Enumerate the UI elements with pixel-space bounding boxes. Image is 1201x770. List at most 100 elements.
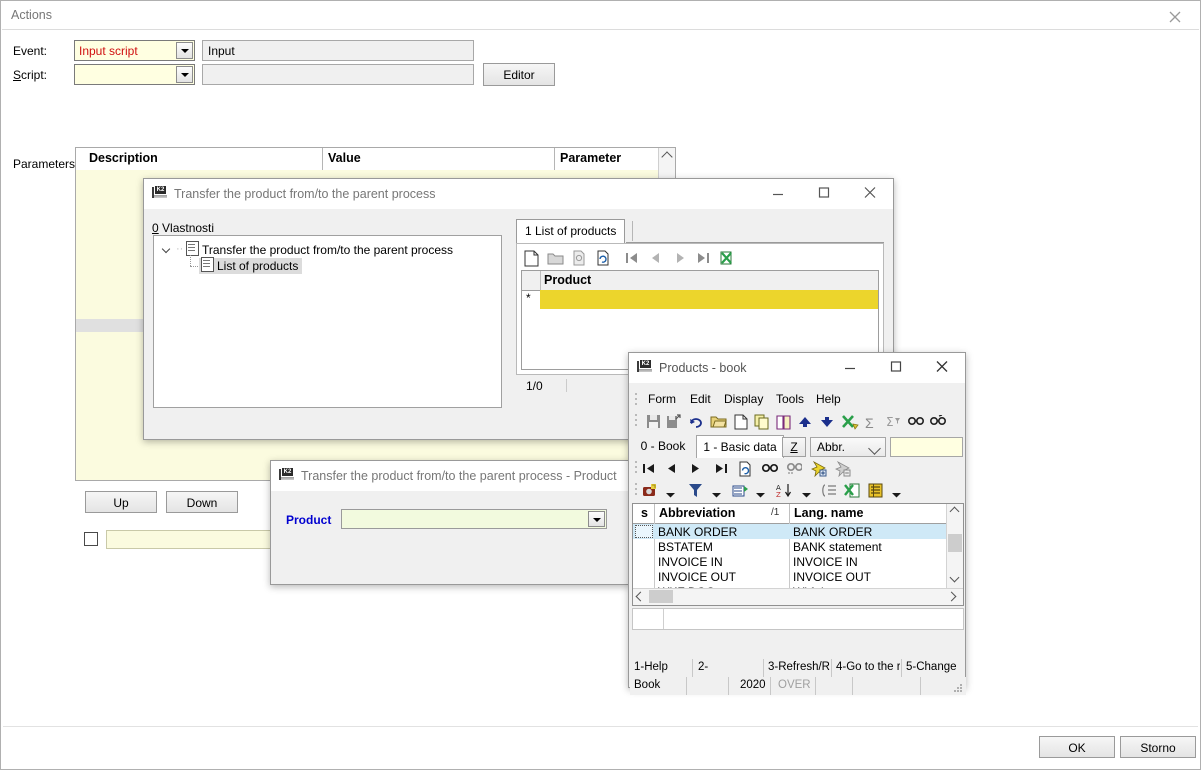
chevron-down-icon[interactable] (176, 66, 193, 83)
script-combo[interactable] (74, 64, 195, 85)
filter-icon[interactable] (688, 483, 703, 501)
products-book-title-bar[interactable]: K2 Products - book (629, 353, 965, 383)
table-row[interactable]: BSTATEM BANK statement (633, 539, 963, 554)
export-excel-icon[interactable] (842, 414, 859, 433)
book-icon[interactable] (776, 414, 792, 433)
product-title-bar[interactable]: K2 Transfer the product from/to the pare… (271, 461, 629, 491)
next-record-icon[interactable] (690, 463, 701, 477)
table-row[interactable]: INVOICE IN INVOICE IN (633, 554, 963, 569)
quick-search-input[interactable] (890, 437, 963, 457)
dropdown-arrow-icon[interactable] (756, 487, 765, 501)
fkey-1-help[interactable]: 1-Help (634, 661, 690, 673)
scroll-left-button[interactable] (635, 591, 646, 602)
horizontal-scroll-thumb[interactable] (649, 590, 673, 603)
fkey-4-goto[interactable]: 4-Go to the re (836, 661, 900, 673)
sort-toggle-button[interactable]: Z (782, 437, 806, 457)
first-record-icon[interactable] (621, 247, 643, 269)
actions-close-button[interactable] (1156, 5, 1194, 27)
open-folder-icon[interactable] (710, 415, 727, 432)
move-down-button[interactable]: Down (166, 491, 238, 513)
copy-icon[interactable] (754, 414, 770, 433)
sum-icon[interactable]: Σ (865, 415, 874, 431)
ok-button[interactable]: OK (1039, 736, 1115, 758)
products-book-minimize-button[interactable] (827, 353, 873, 383)
fkey-3-refresh[interactable]: 3-Refresh/Re (768, 661, 830, 673)
tree-node-root[interactable]: Transfer the product from/to the parent … (186, 241, 453, 257)
undo-icon[interactable] (689, 415, 705, 431)
properties-tree[interactable]: ·· Transfer the product from/to the pare… (153, 235, 502, 408)
resize-grip-icon[interactable] (953, 683, 963, 693)
open-folder-icon[interactable] (545, 247, 567, 269)
refresh-icon[interactable] (738, 461, 753, 480)
refresh-document-icon[interactable] (593, 247, 615, 269)
dropdown-arrow-icon[interactable] (712, 487, 721, 501)
conditions-icon[interactable] (732, 483, 750, 501)
tab-book[interactable]: 0 - Book (632, 435, 694, 458)
dropdown-arrow-icon[interactable] (666, 487, 675, 501)
scroll-right-button[interactable] (946, 591, 957, 602)
delete-document-icon[interactable] (569, 247, 591, 269)
menu-item-display[interactable]: Display (724, 392, 763, 406)
products-book-maximize-button[interactable] (873, 353, 919, 383)
table-row[interactable]: INVOICE OUT INVOICE OUT (633, 569, 963, 584)
move-up-button[interactable]: Up (85, 491, 157, 513)
script-name-field[interactable] (202, 64, 474, 85)
first-record-icon[interactable] (642, 463, 656, 477)
table-vertical-scrollbar[interactable] (946, 504, 963, 589)
products-table[interactable]: s Abbreviation /1 Lang. name BANK ORDER … (632, 503, 964, 606)
column-value[interactable]: Value (328, 151, 361, 165)
table-horizontal-scrollbar[interactable] (633, 588, 963, 605)
scroll-down-button[interactable] (949, 572, 960, 583)
table-row[interactable]: BANK ORDER BANK ORDER (633, 524, 963, 539)
menu-item-form[interactable]: Form (648, 392, 676, 406)
list-icon[interactable] (822, 484, 837, 500)
add-record-icon[interactable] (810, 460, 827, 480)
product-field[interactable] (341, 509, 607, 529)
menu-item-edit[interactable]: Edit (690, 392, 711, 406)
column-product[interactable]: Product (544, 273, 591, 287)
fkey-5-change[interactable]: 5-Change (906, 661, 964, 673)
event-name-field[interactable]: Input (202, 40, 474, 61)
delete-record-icon[interactable] (834, 460, 851, 480)
tab-list-of-products[interactable]: 1 List of products (516, 219, 626, 243)
column-lang-name[interactable]: Lang. name (794, 506, 863, 520)
tab-basic-data[interactable]: 1 - Basic data (696, 435, 784, 458)
sort-field-combo[interactable]: Abbr. (810, 437, 886, 457)
save-as-icon[interactable] (666, 414, 681, 432)
column-abbreviation[interactable]: Abbreviation (659, 506, 735, 520)
down-arrow-icon[interactable] (820, 416, 834, 431)
editor-button[interactable]: Editor (483, 63, 555, 86)
menubar-gripper[interactable] (634, 393, 638, 405)
find-next-icon[interactable] (786, 462, 804, 479)
column-s[interactable]: s (641, 506, 648, 520)
menu-item-tools[interactable]: Tools (776, 392, 804, 406)
column-description[interactable]: Description (89, 151, 158, 165)
chevron-down-icon[interactable] (176, 42, 193, 59)
event-combo[interactable]: Input script (74, 40, 195, 61)
main-toolbar-gripper[interactable] (634, 414, 638, 428)
expand-collapse-icon[interactable] (162, 244, 172, 254)
previous-record-icon[interactable] (645, 247, 667, 269)
previous-record-icon[interactable] (666, 463, 677, 477)
new-document-icon[interactable] (734, 414, 748, 433)
export-excel-icon[interactable] (844, 483, 861, 501)
find-next-icon[interactable] (929, 414, 947, 431)
dropdown-arrow-icon[interactable] (892, 487, 901, 501)
sum-filter-icon[interactable]: Σ (886, 415, 902, 432)
transfer-close-button[interactable] (847, 179, 893, 209)
nav-toolbar-gripper[interactable] (634, 461, 638, 475)
transfer-minimize-button[interactable] (755, 179, 801, 209)
tree-node-list-of-products[interactable]: List of products (199, 257, 303, 274)
menu-item-help[interactable]: Help (816, 392, 841, 406)
parameter-checkbox[interactable] (84, 532, 98, 546)
transfer-maximize-button[interactable] (801, 179, 847, 209)
next-record-icon[interactable] (669, 247, 691, 269)
storno-button[interactable]: Storno (1120, 736, 1196, 758)
fkey-2[interactable]: 2- (698, 661, 760, 673)
new-document-icon[interactable] (521, 247, 543, 269)
chevron-down-icon[interactable] (588, 511, 605, 527)
sort-az-icon[interactable]: AZ (776, 483, 793, 501)
scroll-up-button[interactable] (949, 506, 960, 517)
snapshot-icon[interactable] (642, 483, 660, 501)
find-icon[interactable] (907, 415, 925, 431)
